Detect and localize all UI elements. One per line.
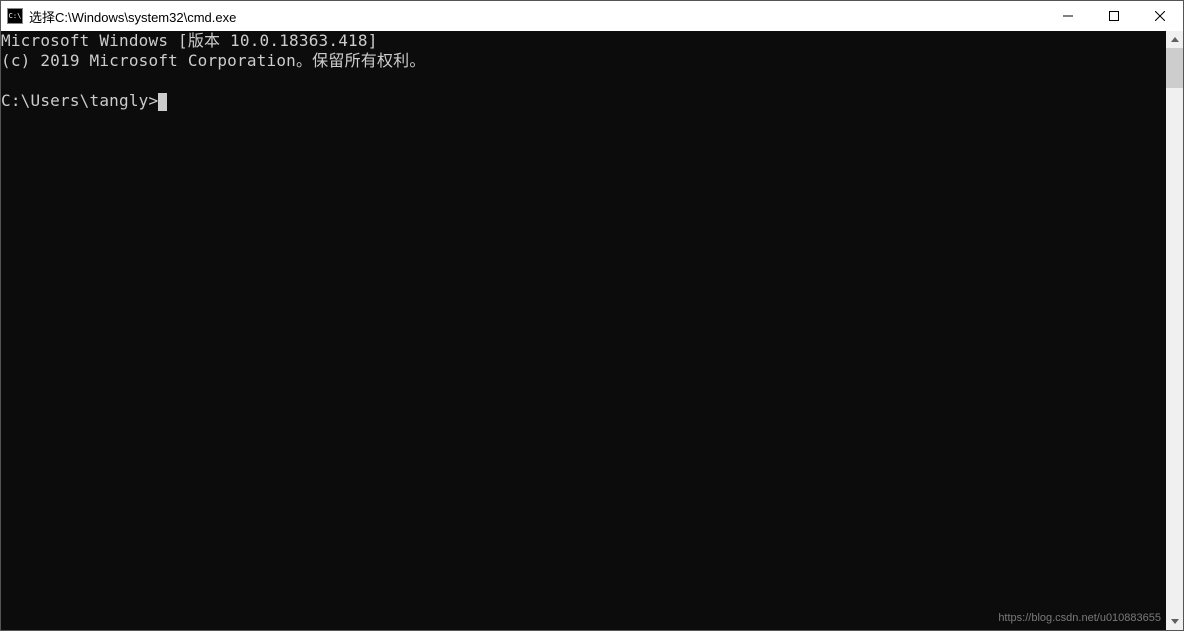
terminal-output[interactable]: Microsoft Windows [版本 10.0.18363.418] (c… xyxy=(1,31,1166,630)
minimize-icon xyxy=(1063,11,1073,21)
cursor xyxy=(158,93,167,111)
titlebar-left: C:\ 选择C:\Windows\system32\cmd.exe xyxy=(7,7,236,26)
cmd-icon-text: C:\ xyxy=(9,13,22,20)
vertical-scrollbar[interactable] xyxy=(1166,31,1183,630)
minimize-button[interactable] xyxy=(1045,1,1091,31)
cmd-icon: C:\ xyxy=(7,8,23,24)
scroll-down-button[interactable] xyxy=(1166,613,1183,630)
chevron-up-icon xyxy=(1171,37,1179,42)
close-button[interactable] xyxy=(1137,1,1183,31)
prompt-text: C:\Users\tangly> xyxy=(1,91,158,110)
titlebar[interactable]: C:\ 选择C:\Windows\system32\cmd.exe xyxy=(1,1,1183,31)
maximize-icon xyxy=(1109,11,1119,21)
scroll-thumb[interactable] xyxy=(1166,48,1183,88)
maximize-button[interactable] xyxy=(1091,1,1137,31)
chevron-down-icon xyxy=(1171,619,1179,624)
content-area: Microsoft Windows [版本 10.0.18363.418] (c… xyxy=(1,31,1183,630)
terminal-prompt: C:\Users\tangly> xyxy=(1,91,167,110)
terminal-line-copyright: (c) 2019 Microsoft Corporation。保留所有权利。 xyxy=(1,51,426,70)
window-title: 选择C:\Windows\system32\cmd.exe xyxy=(29,7,236,26)
window-controls xyxy=(1045,1,1183,31)
scroll-track[interactable] xyxy=(1166,48,1183,613)
terminal-line-version: Microsoft Windows [版本 10.0.18363.418] xyxy=(1,31,378,50)
close-icon xyxy=(1155,11,1165,21)
scroll-up-button[interactable] xyxy=(1166,31,1183,48)
cmd-window: C:\ 选择C:\Windows\system32\cmd.exe Micros… xyxy=(0,0,1184,631)
